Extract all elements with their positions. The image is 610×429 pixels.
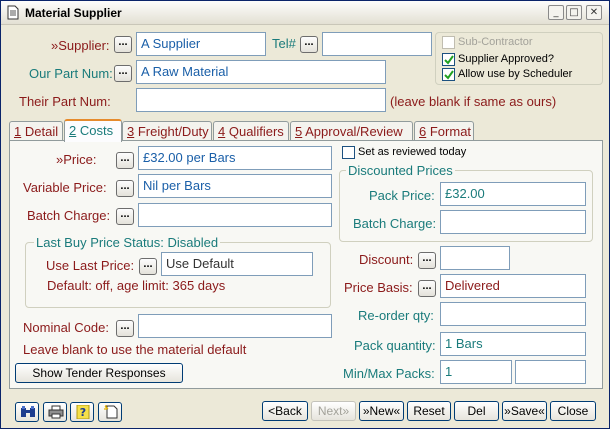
new-document-button[interactable] — [98, 402, 122, 422]
document-icon — [7, 5, 19, 20]
variable-price-label: Variable Price: — [23, 180, 107, 195]
close-window-button[interactable]: ✕ — [586, 5, 602, 20]
tel-field[interactable] — [322, 32, 432, 56]
title-bar: Material Supplier _ □ ✕ — [1, 1, 609, 25]
use-last-price-field[interactable]: Use Default — [161, 252, 313, 276]
our-part-lookup-button[interactable]: ... — [114, 65, 132, 82]
min-max-packs-label: Min/Max Packs: — [343, 366, 435, 381]
batch-charge-lookup-button[interactable]: ... — [116, 208, 134, 225]
checkmark-icon — [444, 55, 454, 65]
price-basis-label: Price Basis: — [344, 280, 413, 295]
tab-approval-review[interactable]: 5 Approval/Review — [290, 121, 413, 141]
reviewed-today-label: Set as reviewed today — [358, 146, 467, 158]
sub-contractor-label: Sub-Contractor — [458, 36, 533, 48]
delete-button[interactable]: Del — [454, 401, 499, 421]
nominal-code-label: Nominal Code: — [23, 320, 109, 335]
last-buy-default-text: Default: off, age limit: 365 days — [47, 278, 226, 293]
binoculars-icon — [21, 406, 35, 417]
tab-bar: 1 Detail 2 Costs 3 Freight/Duty 4 Qualif… — [9, 119, 603, 142]
tab-qualifiers[interactable]: 4 Qualifiers — [213, 121, 289, 141]
help-icon: ? — [76, 405, 90, 419]
svg-text:?: ? — [80, 406, 86, 419]
new-button[interactable]: »New« — [359, 401, 404, 421]
print-button[interactable] — [43, 402, 67, 422]
batch-charge-label: Batch Charge: — [27, 208, 111, 223]
printer-icon — [48, 405, 64, 419]
min-packs-field[interactable]: 1 — [440, 360, 512, 384]
close-button[interactable]: Close — [550, 401, 596, 421]
tel-label: Tel# — [272, 36, 296, 51]
pack-price-field[interactable]: £32.00 — [440, 182, 586, 206]
nominal-code-field[interactable] — [138, 314, 332, 338]
new-document-icon — [104, 405, 118, 419]
maximize-button[interactable]: □ — [566, 5, 582, 20]
discount-label: Discount: — [359, 252, 414, 267]
supplier-label: »Supplier: — [51, 38, 110, 53]
variable-price-field[interactable]: Nil per Bars — [138, 174, 332, 198]
show-tender-responses-button[interactable]: Show Tender Responses — [15, 363, 183, 383]
tab-costs[interactable]: 2 Costs — [64, 119, 122, 142]
price-basis-field[interactable]: Delivered — [440, 274, 586, 298]
reorder-qty-label: Re-order qty: — [358, 308, 434, 323]
our-part-field[interactable]: A Raw Material — [136, 60, 386, 84]
reorder-qty-field[interactable] — [440, 302, 586, 326]
supplier-lookup-button[interactable]: ... — [114, 36, 132, 53]
max-packs-field[interactable] — [515, 360, 586, 384]
discounted-prices-title: Discounted Prices — [346, 163, 455, 178]
their-part-label: Their Part Num: — [19, 94, 111, 109]
window-title: Material Supplier — [25, 6, 122, 20]
help-button[interactable]: ? — [70, 402, 94, 422]
price-basis-lookup-button[interactable]: ... — [418, 280, 436, 297]
tab-format[interactable]: 6 Format — [414, 121, 474, 141]
sub-contractor-checkbox[interactable] — [442, 36, 455, 49]
supplier-approved-checkbox[interactable] — [442, 53, 455, 66]
next-button[interactable]: Next» — [311, 401, 356, 421]
batch-charge-field[interactable] — [138, 203, 332, 227]
last-buy-title: Last Buy Price Status: Disabled — [34, 235, 221, 250]
use-last-price-label: Use Last Price: — [46, 258, 135, 273]
price-label: »Price: — [56, 152, 97, 167]
nominal-code-hint: Leave blank to use the material default — [23, 342, 247, 357]
our-part-label: Our Part Num: — [29, 66, 113, 81]
discount-field[interactable] — [440, 246, 510, 270]
pack-quantity-field[interactable]: 1 Bars — [440, 332, 586, 356]
pack-quantity-label: Pack quantity: — [354, 338, 436, 353]
material-supplier-window: Material Supplier _ □ ✕ »Supplier: ... A… — [0, 0, 610, 429]
tel-lookup-button[interactable]: ... — [300, 36, 318, 53]
price-lookup-button[interactable]: ... — [116, 152, 134, 169]
discounted-batch-charge-label: Batch Charge: — [353, 216, 437, 231]
checkmark-icon — [444, 70, 454, 80]
price-field[interactable]: £32.00 per Bars — [138, 146, 332, 170]
their-part-field[interactable] — [136, 88, 386, 112]
use-last-price-lookup-button[interactable]: ... — [139, 258, 157, 275]
supplier-approved-label: Supplier Approved? — [458, 53, 555, 65]
tab-detail[interactable]: 1 Detail — [9, 121, 63, 141]
their-part-hint: (leave blank if same as ours) — [390, 94, 557, 109]
pack-price-label: Pack Price: — [369, 188, 435, 203]
variable-price-lookup-button[interactable]: ... — [116, 180, 134, 197]
tab-freight-duty[interactable]: 3 Freight/Duty — [122, 121, 212, 141]
back-button[interactable]: <Back — [262, 401, 308, 421]
allow-scheduler-label: Allow use by Scheduler — [458, 68, 573, 80]
allow-scheduler-checkbox[interactable] — [442, 68, 455, 81]
find-button[interactable] — [15, 402, 39, 422]
supplier-field[interactable]: A Supplier — [136, 32, 266, 56]
discount-lookup-button[interactable]: ... — [418, 252, 436, 269]
minimize-button[interactable]: _ — [548, 5, 564, 20]
reviewed-today-checkbox[interactable] — [342, 146, 355, 159]
save-button[interactable]: »Save« — [502, 401, 547, 421]
discounted-batch-charge-field[interactable] — [440, 210, 586, 234]
reset-button[interactable]: Reset — [407, 401, 451, 421]
nominal-code-lookup-button[interactable]: ... — [116, 320, 134, 337]
